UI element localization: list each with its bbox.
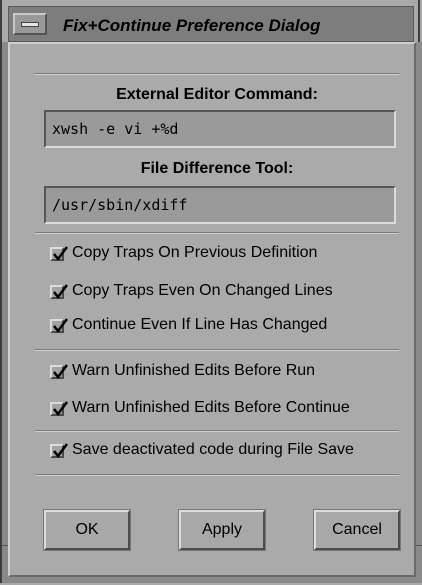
- window-menu-icon: [21, 22, 39, 27]
- checkbox-label: Copy Traps Even On Changed Lines: [72, 282, 333, 299]
- preference-dialog-window: Fix+Continue Preference Dialog External …: [0, 0, 422, 583]
- external-editor-field[interactable]: xwsh -e vi +%d: [44, 110, 396, 148]
- separator: [35, 232, 399, 234]
- checkbox-checked-icon: [50, 246, 68, 262]
- window-title: Fix+Continue Preference Dialog: [63, 16, 321, 35]
- ok-button[interactable]: OK: [44, 510, 130, 550]
- separator: [35, 73, 399, 75]
- window-menu-button[interactable]: [13, 13, 47, 35]
- checkbox-checked-icon: [50, 401, 68, 417]
- external-editor-label: External Editor Command:: [116, 86, 318, 103]
- separator: [35, 474, 399, 476]
- apply-button[interactable]: Apply: [179, 510, 265, 550]
- checkbox-label: Continue Even If Line Has Changed: [72, 316, 328, 333]
- checkbox-checked-icon: [50, 443, 68, 459]
- checkbox-label: Copy Traps On Previous Definition: [72, 244, 318, 261]
- frame-corner-mark-right: [416, 545, 422, 546]
- checkbox-label: Warn Unfinished Edits Before Run: [72, 362, 316, 379]
- checkbox-checked-icon: [50, 284, 68, 300]
- file-difference-label: File Difference Tool:: [140, 160, 294, 177]
- checkbox-label: Warn Unfinished Edits Before Continue: [72, 399, 350, 416]
- file-difference-field[interactable]: /usr/sbin/xdiff: [44, 186, 396, 224]
- cancel-button[interactable]: Cancel: [314, 510, 400, 550]
- window-frame-bottom[interactable]: [2, 577, 422, 583]
- separator: [35, 430, 399, 432]
- checkbox-checked-icon: [50, 318, 68, 334]
- checkbox-label: Save deactivated code during File Save: [72, 441, 354, 458]
- checkbox-checked-icon: [50, 364, 68, 380]
- separator: [35, 349, 399, 351]
- window-frame-right[interactable]: [416, 42, 422, 577]
- title-bar[interactable]: Fix+Continue Preference Dialog: [8, 6, 414, 42]
